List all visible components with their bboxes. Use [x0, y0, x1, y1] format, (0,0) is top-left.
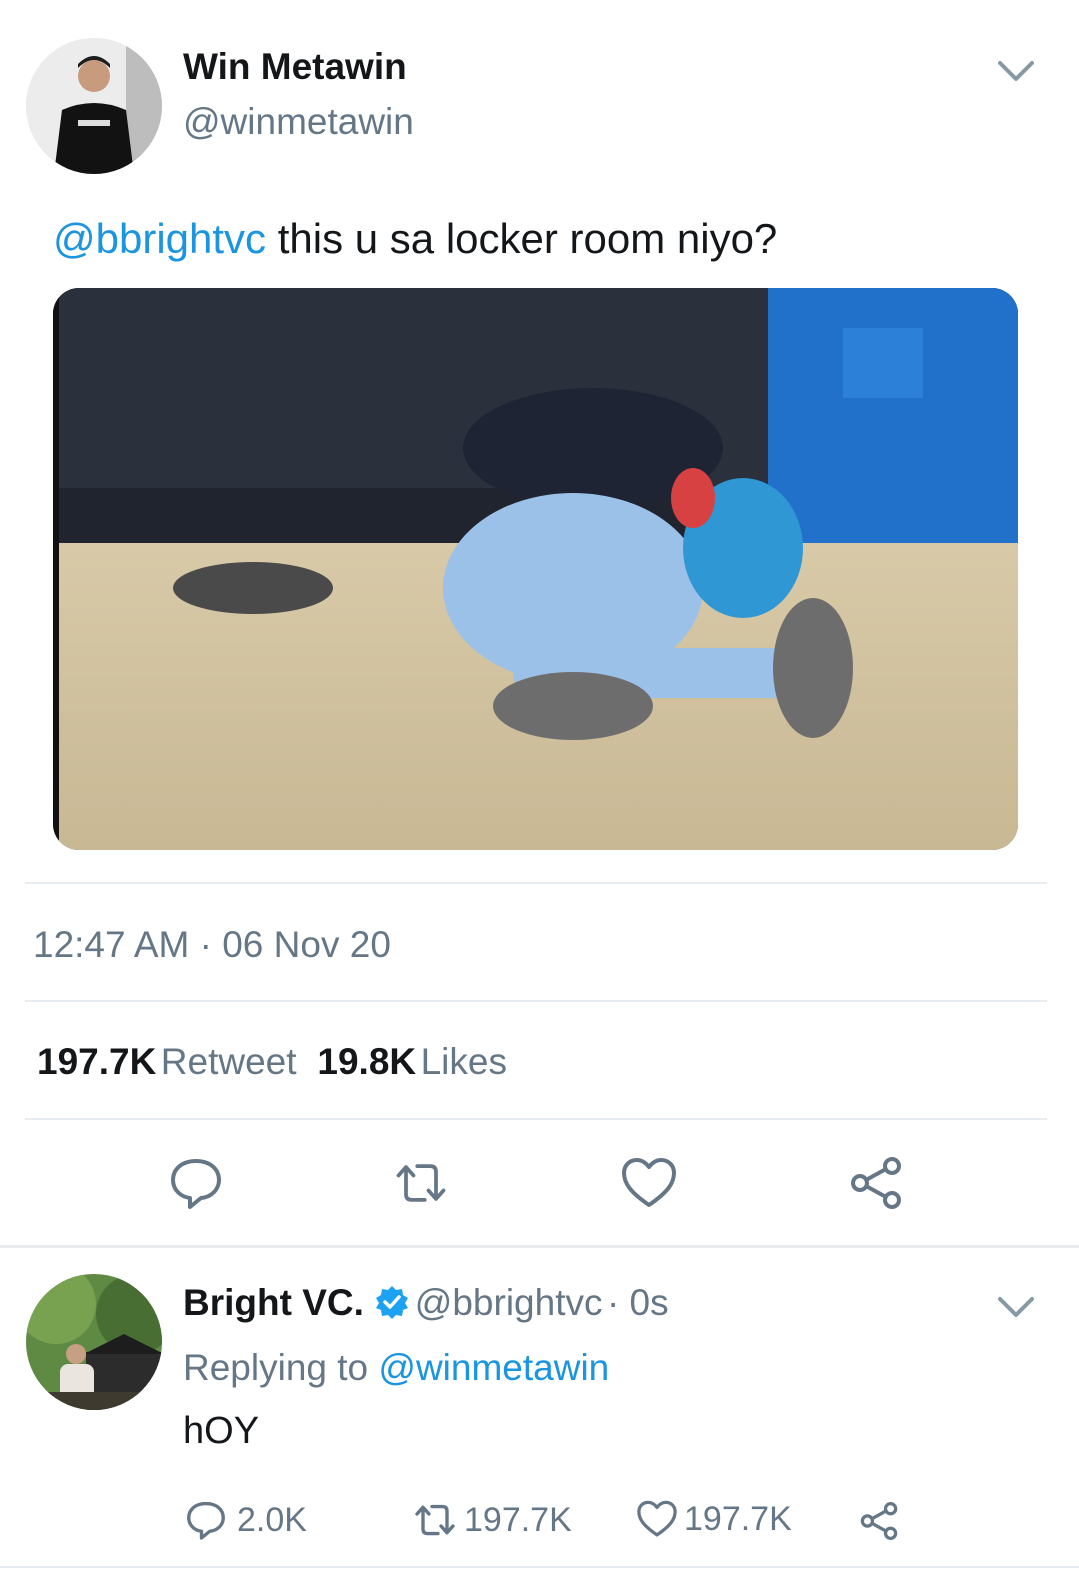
reply-icon — [187, 1501, 225, 1540]
reply-author-name[interactable]: Bright VC. — [183, 1282, 364, 1323]
chevron-down-icon[interactable] — [996, 1294, 1036, 1320]
tweet-media-image[interactable] — [53, 288, 1018, 850]
reply-reply-button[interactable]: 2.0K — [185, 1499, 307, 1541]
reply-author-handle[interactable]: @bbrightvc — [415, 1282, 603, 1323]
chevron-down-icon[interactable] — [996, 58, 1036, 84]
retweet-count: 197.7K — [37, 1041, 157, 1082]
divider — [25, 882, 1047, 884]
reply-age: · 0s — [606, 1282, 669, 1323]
heart-icon — [637, 1500, 677, 1537]
time-separator: · — [199, 924, 212, 965]
share-button[interactable] — [846, 1153, 906, 1213]
reply-button[interactable] — [166, 1153, 226, 1213]
author-avatar[interactable] — [26, 38, 162, 174]
share-icon — [860, 1501, 898, 1541]
reply-count: 2.0K — [237, 1500, 307, 1539]
heart-icon — [622, 1158, 676, 1207]
reply-retweet-button[interactable]: 197.7K — [410, 1499, 572, 1541]
share-icon — [851, 1157, 901, 1209]
retweet-icon — [415, 1504, 455, 1536]
replying-to-link[interactable]: @winmetawin — [378, 1347, 609, 1388]
tweet-timestamp: 12:47 AM · 06 Nov 20 — [33, 924, 391, 966]
tweet-text: @bbrightvc this u sa locker room niyo? — [53, 215, 777, 263]
retweet-stat[interactable]: 197.7K Retweet — [37, 1041, 301, 1082]
retweet-icon — [396, 1164, 446, 1202]
date-text: 06 Nov 20 — [222, 924, 391, 965]
like-label: Likes — [420, 1041, 507, 1082]
reply-icon — [171, 1159, 221, 1209]
mention-link[interactable]: @bbrightvc — [53, 215, 266, 262]
replying-to-line: Replying to @winmetawin — [183, 1347, 609, 1389]
author-handle[interactable]: @winmetawin — [183, 101, 414, 143]
bottom-divider — [0, 1566, 1079, 1568]
tweet-body: this u sa locker room niyo? — [266, 215, 778, 262]
time-text: 12:47 AM — [33, 924, 190, 965]
reply-author-avatar[interactable] — [26, 1274, 162, 1410]
section-divider — [0, 1245, 1079, 1248]
tweet-stats: 197.7K Retweet 19.8K Likes — [37, 1041, 507, 1083]
reply-like-button[interactable]: 197.7K — [636, 1499, 792, 1539]
reply-share-button[interactable] — [858, 1500, 900, 1547]
retweet-button[interactable] — [391, 1153, 451, 1213]
reply-like-count: 197.7K — [684, 1499, 792, 1538]
author-name[interactable]: Win Metawin — [183, 46, 407, 88]
reply-text: hOY — [183, 1410, 260, 1452]
reply-header: Bright VC. @bbrightvc · 0s — [183, 1282, 669, 1324]
divider — [25, 1118, 1047, 1120]
like-button[interactable] — [619, 1153, 679, 1213]
replying-prefix: Replying to — [183, 1347, 369, 1388]
like-count: 19.8K — [317, 1041, 417, 1082]
retweet-label: Retweet — [160, 1041, 297, 1082]
verified-badge-icon — [376, 1286, 409, 1319]
divider — [25, 1000, 1047, 1002]
reply-retweet-count: 197.7K — [464, 1500, 572, 1539]
likes-stat[interactable]: 19.8K Likes — [317, 1041, 507, 1082]
